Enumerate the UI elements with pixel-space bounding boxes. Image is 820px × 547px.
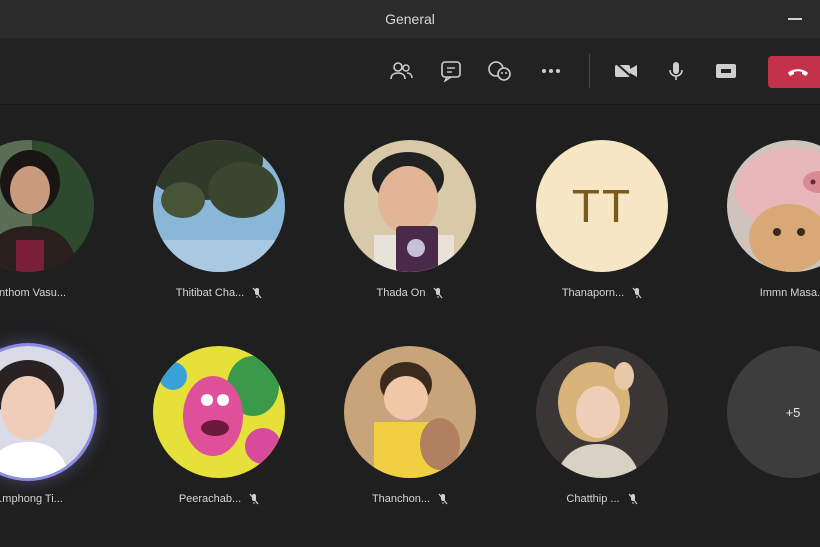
minimize-button[interactable] <box>788 18 802 20</box>
participant-name-row: Peerachab... <box>124 493 314 505</box>
title-bar: General <box>0 0 820 38</box>
participant-name: Thada On <box>376 287 426 299</box>
avatar-photo <box>727 140 820 272</box>
reactions-icon <box>488 61 511 81</box>
chat-icon <box>441 61 461 82</box>
participant-name-row: Thitibat Cha... <box>124 287 314 299</box>
participant-tile[interactable]: Thanchon... <box>315 346 505 505</box>
mic-off-icon <box>632 287 642 299</box>
reactions-button[interactable] <box>485 56 515 86</box>
participant-avatar <box>344 140 476 272</box>
participant-name: Thanaporn... <box>561 287 625 299</box>
participant-name: Immn Masa... <box>759 287 820 299</box>
participant-avatar-speaking <box>0 346 94 478</box>
microphone-button[interactable] <box>661 56 691 86</box>
more-options-icon <box>542 69 560 73</box>
participant-tile[interactable]: Thada On <box>315 140 505 299</box>
chat-button[interactable] <box>436 56 466 86</box>
participant-tile[interactable]: Thitibat Cha... <box>124 140 314 299</box>
share-screen-button[interactable] <box>711 56 741 86</box>
participant-avatar <box>153 346 285 478</box>
participant-tile[interactable]: ...nthom Vasu... <box>0 140 123 299</box>
participant-tile[interactable]: Chatthip ... <box>507 346 697 505</box>
participant-name-row: Thanchon... <box>315 493 505 505</box>
microphone-icon <box>669 62 683 80</box>
participant-name: ...nthom Vasu... <box>0 287 67 299</box>
mic-off-icon <box>252 287 262 299</box>
camera-icon <box>615 62 637 81</box>
participant-tile[interactable]: Immn Masa... <box>698 140 820 299</box>
overflow-count: +5 <box>727 346 820 478</box>
participant-name-row: Chatthip ... <box>507 493 697 505</box>
participant-name: Chatthip ... <box>566 493 620 505</box>
participant-name-row: Thada On <box>315 287 505 299</box>
participant-name: Thanchon... <box>371 493 431 505</box>
meeting-toolbar <box>0 38 820 105</box>
people-icon <box>390 62 413 80</box>
avatar-initials: TT <box>536 140 668 272</box>
overflow-avatar: +5 <box>727 346 820 478</box>
avatar-photo <box>0 140 94 272</box>
participants-button[interactable] <box>386 56 416 86</box>
participant-tile[interactable]: TT Thanaporn... <box>507 140 697 299</box>
participant-name: ...mphong Ti... <box>0 493 63 505</box>
window-title: General <box>385 11 435 27</box>
avatar-photo <box>0 346 94 478</box>
participant-avatar <box>153 140 285 272</box>
participant-avatar <box>344 346 476 478</box>
avatar-photo <box>153 140 285 272</box>
participant-avatar: TT <box>536 140 668 272</box>
participant-avatar <box>727 140 820 272</box>
participant-name-row: Immn Masa... <box>698 287 820 299</box>
participant-name-row: Thanaporn... <box>507 287 697 299</box>
participant-avatar <box>0 140 94 272</box>
avatar-photo <box>536 346 668 478</box>
mic-off-icon <box>438 493 448 505</box>
share-screen-icon <box>716 64 736 78</box>
participant-tile[interactable]: ...mphong Ti... <box>0 346 123 505</box>
participant-grid: ...nthom Vasu... Thitibat Cha... <box>0 104 820 547</box>
avatar-photo <box>344 140 476 272</box>
participant-name-row: ...nthom Vasu... <box>0 287 123 299</box>
camera-button[interactable] <box>611 56 641 86</box>
participant-tile[interactable]: Peerachab... <box>124 346 314 505</box>
more-options-button[interactable] <box>536 56 566 86</box>
phone-hangup-icon <box>788 69 808 76</box>
overflow-tile[interactable]: +5 <box>698 346 820 478</box>
participant-name-row: ...mphong Ti... <box>0 493 123 505</box>
mic-off-icon <box>433 287 443 299</box>
participant-avatar <box>536 346 668 478</box>
avatar-photo <box>153 346 285 478</box>
mic-off-icon <box>628 493 638 505</box>
participant-name: Peerachab... <box>178 493 242 505</box>
toolbar-divider <box>589 54 590 88</box>
mic-off-icon <box>249 493 259 505</box>
participant-name: Thitibat Cha... <box>175 287 245 299</box>
avatar-photo <box>344 346 476 478</box>
leave-call-button[interactable] <box>768 56 820 88</box>
